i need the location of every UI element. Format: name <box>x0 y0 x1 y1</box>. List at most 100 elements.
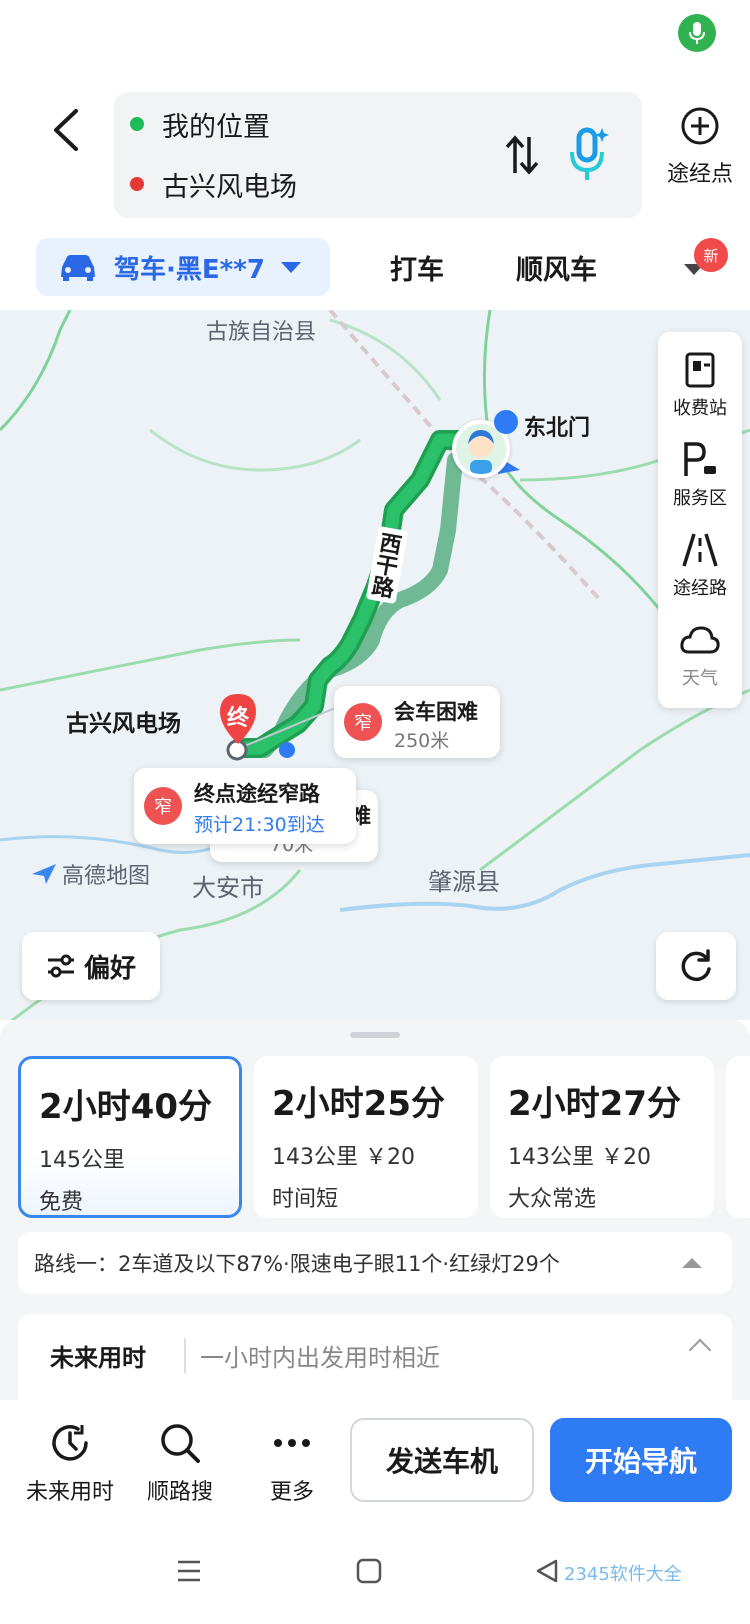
back-button[interactable] <box>40 100 90 160</box>
back-arrow-icon <box>54 109 78 151</box>
refresh-icon <box>681 949 711 982</box>
chevron-down-icon <box>280 261 301 273</box>
new-badge: 新 <box>694 238 728 272</box>
system-nav-bar: 2345软件大全 <box>0 1530 750 1624</box>
route-distance: 143公里 <box>272 1145 358 1170</box>
route-tag: 免费 <box>39 1190 84 1215</box>
future-subtitle: 一小时内出发用时相近 <box>184 1338 440 1373</box>
collapse-caret-icon <box>682 1258 702 1268</box>
route-card-3[interactable]: 2小时27分 143公里 ￥20 大众常选 <box>490 1056 714 1218</box>
route-tag: 时间短 <box>272 1187 339 1212</box>
send-to-car-button[interactable]: 发送车机 <box>350 1418 534 1502</box>
origin-field[interactable]: 我的位置 <box>130 104 270 144</box>
send-to-car-label: 发送车机 <box>385 1445 498 1478</box>
toll-station-label: 收费站 <box>673 398 727 419</box>
weather-tool[interactable]: 天气 <box>658 616 742 706</box>
add-circle-icon <box>681 107 719 145</box>
route-card-1[interactable]: 2小时40分 145公里 免费 <box>18 1056 242 1218</box>
drive-mode-label: 驾车·黑E**7 <box>114 254 265 285</box>
along-search-label: 顺路搜 <box>146 1480 213 1505</box>
start-navigation-button[interactable]: 开始导航 <box>550 1418 732 1502</box>
route-input-box: 我的位置 古兴风电场 <box>114 92 642 218</box>
map-view[interactable]: 古族自治县 东北门 古兴风电场 大安市 肇源县 西干路 终 收费站 服务区 途经… <box>0 310 750 1020</box>
destination-field[interactable]: 古兴风电场 <box>130 164 297 204</box>
search-icon <box>161 1424 200 1463</box>
route-distance: 145公里 <box>39 1148 125 1173</box>
future-time-label: 未来用时 <box>25 1480 114 1505</box>
amap-logo-icon <box>32 864 56 884</box>
future-time-button[interactable]: 未来用时 <box>20 1418 120 1506</box>
more-dots-icon <box>274 1439 310 1447</box>
map-label-destination: 古兴风电场 <box>66 711 181 737</box>
travel-mode-row: 驾车·黑E**7 打车 顺风车 新 <box>0 238 750 298</box>
drag-handle[interactable] <box>350 1032 400 1038</box>
callout-meet-distance: 250米 <box>394 730 450 752</box>
map-label-city: 大安市 <box>192 874 264 902</box>
route-time: 2小时27分 <box>508 1084 681 1124</box>
map-label-county-right: 肇源县 <box>428 868 500 896</box>
start-navigation-label: 开始导航 <box>584 1445 697 1478</box>
preference-button[interactable]: 偏好 <box>22 932 160 1000</box>
callout-end-eta: 预计21:30到达 <box>194 814 325 836</box>
road-label: 途经路 <box>673 578 727 599</box>
watermark-text: 2345软件大全 <box>564 1564 682 1585</box>
narrow-badge: 窄 <box>144 787 182 825</box>
road-icon <box>682 533 718 567</box>
service-area-icon <box>684 442 716 476</box>
route-tag: 大众常选 <box>508 1187 597 1212</box>
callout-meet-difficult[interactable]: 窄 会车困难 250米 <box>334 686 500 758</box>
voice-mic-icon <box>570 127 609 180</box>
route-toll: ￥20 <box>365 1145 415 1170</box>
voice-input-button[interactable] <box>564 122 612 186</box>
waypoint-label: 途经点 <box>666 162 733 187</box>
preference-label: 偏好 <box>83 953 136 984</box>
route-panel: 2小时40分 145公里 免费 2小时25分 143公里 ￥20 时间短 2小时… <box>0 1020 750 1424</box>
status-bar <box>0 0 750 70</box>
along-search-button[interactable]: 顺路搜 <box>130 1418 230 1506</box>
drive-mode-tab[interactable]: 驾车·黑E**7 <box>36 238 330 296</box>
amap-logo: 高德地图 <box>30 858 150 890</box>
origin-dot-icon <box>130 117 144 131</box>
clock-icon <box>52 1425 88 1461</box>
origin-text: 我的位置 <box>162 111 270 143</box>
carpool-tab[interactable]: 顺风车 <box>516 248 597 287</box>
destination-text: 古兴风电场 <box>162 171 297 203</box>
weather-label: 天气 <box>682 668 718 689</box>
toll-station-icon <box>685 352 715 388</box>
add-waypoint-button[interactable]: 途经点 <box>655 106 745 206</box>
map-tools-panel: 收费站 服务区 途经路 天气 <box>658 332 742 708</box>
route-card-2[interactable]: 2小时25分 143公里 ￥20 时间短 <box>254 1056 478 1218</box>
map-label-county-top: 古族自治县 <box>206 320 317 345</box>
service-area-label: 服务区 <box>673 488 727 509</box>
swap-button[interactable] <box>500 130 544 180</box>
refresh-button[interactable] <box>656 932 736 1000</box>
callout-end-title: 终点途经窄路 <box>194 782 320 806</box>
route-toll: ￥20 <box>601 1145 651 1170</box>
service-area-tool[interactable]: 服务区 <box>658 436 742 526</box>
future-title: 未来用时 <box>50 1344 146 1372</box>
car-icon <box>61 255 95 281</box>
taxi-tab[interactable]: 打车 <box>390 248 444 287</box>
destination-dot-icon <box>130 177 144 191</box>
filter-icon <box>47 954 74 978</box>
gate-icon <box>494 410 518 434</box>
route-detail-text: 路线一：2车道及以下87%·限速电子眼11个·红绿灯29个 <box>34 1252 560 1276</box>
destination-marker[interactable]: 终 <box>216 692 260 744</box>
route-card-4-peek[interactable] <box>726 1056 750 1218</box>
road-tool[interactable]: 途经路 <box>658 526 742 616</box>
toll-station-tool[interactable]: 收费站 <box>658 346 742 436</box>
chevron-up-icon[interactable] <box>688 1338 712 1362</box>
menu-icon[interactable] <box>176 1558 202 1584</box>
route-time: 2小时40分 <box>39 1087 212 1127</box>
back-triangle-icon[interactable] <box>534 1558 560 1584</box>
more-button[interactable]: 更多 <box>242 1418 342 1506</box>
home-icon[interactable] <box>356 1558 382 1584</box>
weather-icon <box>680 626 720 654</box>
callout-end-narrow[interactable]: 窄 终点途经窄路 预计21:30到达 <box>134 768 356 844</box>
callout-meet-title: 会车困难 <box>394 700 478 724</box>
bottom-action-bar: 未来用时 顺路搜 更多 发送车机 开始导航 <box>0 1400 750 1530</box>
swap-icon <box>505 135 539 175</box>
route-detail-row[interactable]: 路线一：2车道及以下87%·限速电子眼11个·红绿灯29个 <box>18 1232 732 1294</box>
destination-marker-text: 终 <box>226 706 249 731</box>
mic-status-icon <box>678 14 716 52</box>
